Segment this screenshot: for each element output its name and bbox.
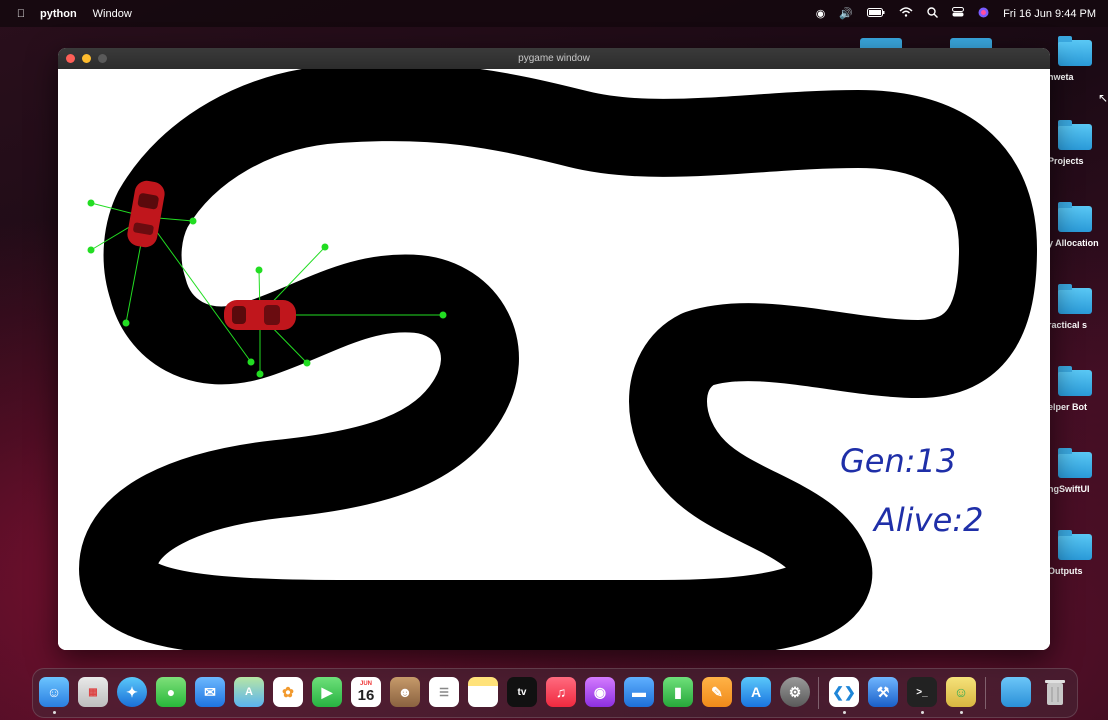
desktop-folder[interactable]: y Allocation bbox=[1048, 202, 1108, 248]
desktop-folder[interactable]: elper Bot bbox=[1048, 366, 1108, 412]
running-indicator bbox=[921, 711, 924, 714]
keynote-icon[interactable]: ▬ bbox=[624, 677, 654, 707]
desktop-folder-label: hweta bbox=[1048, 72, 1074, 82]
vscode-icon[interactable]: ❮❯ bbox=[829, 677, 859, 707]
finder-icon[interactable]: ☺ bbox=[39, 677, 69, 707]
menu-bar:  python Window ◉ 🔊 Fri 16 Jun 9:44 PM bbox=[0, 0, 1108, 27]
launchpad-icon[interactable]: ▦ bbox=[78, 677, 108, 707]
status-area: ◉ 🔊 Fri 16 Jun 9:44 PM bbox=[816, 0, 1096, 27]
mouse-cursor-icon: ↖ bbox=[1098, 91, 1108, 105]
folder-icon bbox=[1058, 530, 1092, 560]
wifi-icon[interactable] bbox=[899, 7, 913, 20]
desktop-folder[interactable]: Projects bbox=[1048, 120, 1108, 166]
mail-icon[interactable]: ✉ bbox=[195, 677, 225, 707]
zoom-button[interactable] bbox=[98, 54, 107, 63]
photos-icon[interactable]: ✿ bbox=[273, 677, 303, 707]
pages-icon[interactable]: ✎ bbox=[702, 677, 732, 707]
window-titlebar[interactable]: pygame window bbox=[58, 48, 1050, 69]
car-1-sensors bbox=[90, 202, 252, 363]
folder-icon bbox=[1058, 366, 1092, 396]
tv-icon[interactable]: tv bbox=[507, 677, 537, 707]
desktop-folder-label: ractical s bbox=[1048, 320, 1088, 330]
folder-icon bbox=[1058, 448, 1092, 478]
numbers-icon[interactable]: ▮ bbox=[663, 677, 693, 707]
maps-icon[interactable]: A bbox=[234, 677, 264, 707]
close-button[interactable] bbox=[66, 54, 75, 63]
dock-separator bbox=[985, 677, 986, 709]
folder-icon bbox=[1058, 202, 1092, 232]
desktop-folder[interactable]: ngSwiftUI bbox=[1048, 448, 1108, 494]
sensor-overlay bbox=[87, 180, 447, 378]
desktop-folder-label: elper Bot bbox=[1048, 402, 1088, 412]
app-store-icon[interactable]: A bbox=[741, 677, 771, 707]
messages-icon[interactable]: ● bbox=[156, 677, 186, 707]
folder-icon bbox=[1058, 36, 1092, 66]
dock: ☺ ▦ ✦ ● ✉ A ✿ ▶ JUN 16 ☻ ☰ tv ♫ ◉ ▬ ▮ ✎ … bbox=[32, 668, 1078, 718]
python-launcher-icon[interactable]: ☺ bbox=[946, 677, 976, 707]
dock-separator bbox=[818, 677, 819, 709]
folder-icon[interactable] bbox=[950, 38, 992, 48]
calendar-icon[interactable]: JUN 16 bbox=[351, 677, 381, 707]
menu-clock[interactable]: Fri 16 Jun 9:44 PM bbox=[1003, 8, 1096, 20]
alive-count-label: Alive:2 bbox=[874, 501, 984, 539]
control-center-icon[interactable] bbox=[952, 7, 965, 20]
spotlight-search-icon[interactable] bbox=[927, 6, 939, 21]
folder-icon bbox=[1058, 120, 1092, 150]
running-indicator bbox=[53, 711, 56, 714]
notes-icon[interactable] bbox=[468, 677, 498, 707]
facetime-icon[interactable]: ▶ bbox=[312, 677, 342, 707]
music-icon[interactable]: ♫ bbox=[546, 677, 576, 707]
desktop-folder[interactable]: Outputs bbox=[1048, 530, 1108, 576]
contacts-icon[interactable]: ☻ bbox=[390, 677, 420, 707]
tv-label: tv bbox=[517, 686, 527, 698]
desktop-folder-label: Projects bbox=[1048, 156, 1084, 166]
menu-window[interactable]: Window bbox=[93, 8, 132, 20]
siri-icon[interactable] bbox=[978, 7, 989, 21]
record-icon[interactable]: ◉ bbox=[816, 7, 826, 20]
desktop-folder[interactable]: ractical s bbox=[1048, 284, 1108, 330]
safari-icon[interactable]: ✦ bbox=[117, 677, 147, 707]
folder-icon[interactable] bbox=[860, 38, 902, 48]
desktop-folder-label: y Allocation bbox=[1048, 238, 1099, 248]
pygame-window: pygame window Gen:13 Alive:2 bbox=[58, 48, 1050, 650]
battery-icon[interactable] bbox=[867, 7, 885, 20]
car-1-sensor-points bbox=[87, 199, 255, 366]
calendar-day: 16 bbox=[357, 686, 375, 704]
system-settings-icon[interactable]: ⚙ bbox=[780, 677, 810, 707]
car-1 bbox=[127, 180, 165, 248]
volume-icon[interactable]: 🔊 bbox=[839, 7, 853, 20]
desktop-folder-label: ngSwiftUI bbox=[1048, 484, 1090, 494]
reminders-icon[interactable]: ☰ bbox=[429, 677, 459, 707]
window-title: pygame window bbox=[518, 53, 590, 64]
xcode-icon[interactable]: ⚒ bbox=[868, 677, 898, 707]
podcasts-icon[interactable]: ◉ bbox=[585, 677, 615, 707]
running-indicator bbox=[960, 711, 963, 714]
desktop-folder-label: Outputs bbox=[1048, 566, 1083, 576]
apple-menu-icon[interactable]:  bbox=[14, 8, 28, 20]
desktop-folder[interactable]: hweta bbox=[1048, 36, 1108, 82]
terminal-icon[interactable]: >_ bbox=[907, 677, 937, 707]
generation-label: Gen:13 bbox=[840, 442, 957, 480]
window-controls bbox=[66, 54, 107, 63]
app-menu-python[interactable]: python bbox=[40, 8, 77, 20]
trash-icon[interactable] bbox=[1040, 677, 1070, 707]
downloads-folder-icon[interactable] bbox=[1001, 677, 1031, 707]
car-2 bbox=[224, 300, 296, 330]
running-indicator bbox=[843, 711, 846, 714]
folder-icon bbox=[1058, 284, 1092, 314]
minimize-button[interactable] bbox=[82, 54, 91, 63]
game-canvas[interactable]: Gen:13 Alive:2 bbox=[58, 69, 1050, 650]
